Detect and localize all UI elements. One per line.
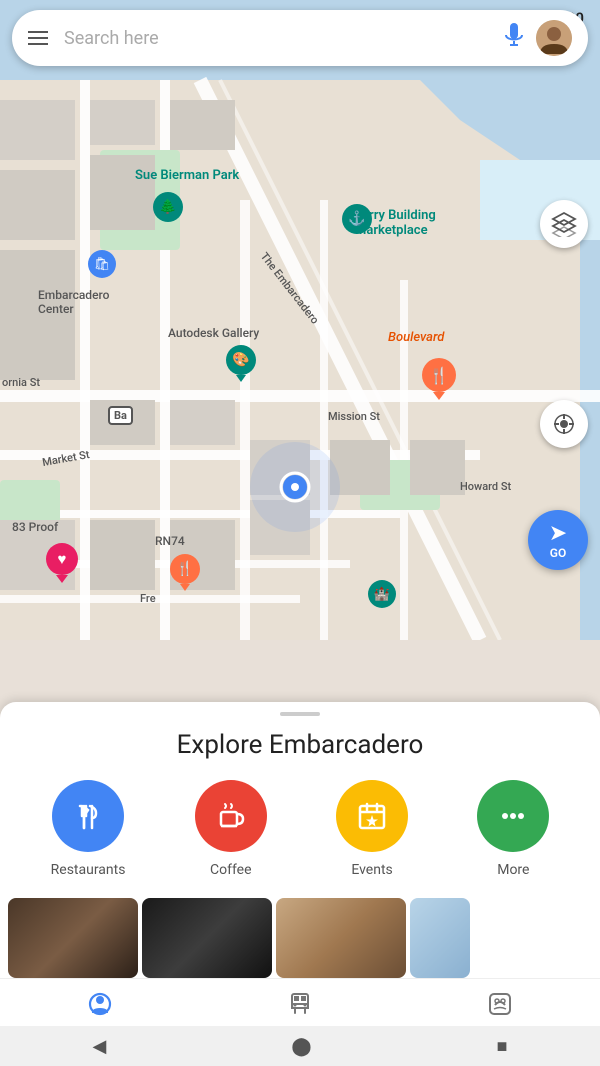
go-arrow-icon: ➤ — [549, 521, 567, 546]
restaurant-pin-1[interactable]: 🍴 — [422, 358, 456, 400]
menu-button[interactable] — [28, 31, 48, 45]
drag-handle[interactable] — [0, 702, 600, 722]
fork-knife-icon — [70, 798, 106, 834]
restaurants-label: Restaurants — [51, 862, 126, 878]
more-icon-circle — [477, 780, 549, 852]
drag-handle-bar — [280, 712, 320, 716]
categories-row: Restaurants Coffee — [0, 780, 600, 898]
more-label: More — [497, 862, 529, 878]
coffee-label: Coffee — [210, 862, 252, 878]
thumbnail-3[interactable] — [276, 898, 406, 978]
restaurants-icon-circle — [52, 780, 124, 852]
events-icon-circle — [336, 780, 408, 852]
category-restaurants[interactable]: Restaurants — [51, 780, 126, 878]
events-label: Events — [351, 862, 392, 878]
ferry-pin[interactable]: ⚓ — [342, 204, 372, 234]
category-events[interactable]: Events — [336, 780, 408, 878]
coffee-icon-circle — [195, 780, 267, 852]
castle-pin[interactable]: 🏰 — [368, 580, 396, 608]
category-more[interactable]: More — [477, 780, 549, 878]
map[interactable]: Sue Bierman Park Ferry BuildingMarketpla… — [0, 0, 600, 640]
user-avatar[interactable] — [536, 20, 572, 56]
back-button[interactable]: ◀ — [93, 1036, 107, 1057]
park-pin[interactable]: 🌲 — [153, 192, 183, 222]
coffee-cup-icon — [213, 798, 249, 834]
bottom-sheet: Explore Embarcadero Restaurants — [0, 702, 600, 978]
thumbnail-1[interactable] — [8, 898, 138, 978]
events-star-icon — [354, 798, 390, 834]
embarcadero-badge[interactable]: Ba — [108, 406, 133, 425]
recents-button[interactable]: ■ — [497, 1036, 508, 1057]
location-button[interactable] — [540, 400, 588, 448]
search-bar[interactable]: Search here — [12, 10, 588, 66]
shopping-pin[interactable]: 🛍 — [88, 250, 116, 278]
explore-nav-icon — [87, 991, 113, 1023]
thumbnail-4[interactable] — [410, 898, 470, 978]
go-label: GO — [550, 546, 566, 560]
rn74-pin[interactable]: 🍴 — [170, 554, 200, 591]
go-button[interactable]: ➤ GO — [528, 510, 588, 570]
more-dots-icon — [495, 798, 531, 834]
explore-title: Explore Embarcadero — [0, 722, 600, 780]
thumbnail-row — [0, 898, 600, 978]
thumbnail-2[interactable] — [142, 898, 272, 978]
layers-button[interactable] — [540, 200, 588, 248]
mic-button[interactable] — [504, 23, 524, 54]
commute-nav-icon — [287, 991, 313, 1023]
system-nav: ◀ ⬤ ■ — [0, 1026, 600, 1066]
heart-pin[interactable]: ♥ — [46, 543, 78, 583]
category-coffee[interactable]: Coffee — [195, 780, 267, 878]
home-button[interactable]: ⬤ — [291, 1036, 311, 1057]
for-you-nav-icon — [487, 991, 513, 1023]
autodesk-pin[interactable]: 🎨 — [226, 345, 256, 382]
search-input[interactable]: Search here — [64, 28, 492, 49]
